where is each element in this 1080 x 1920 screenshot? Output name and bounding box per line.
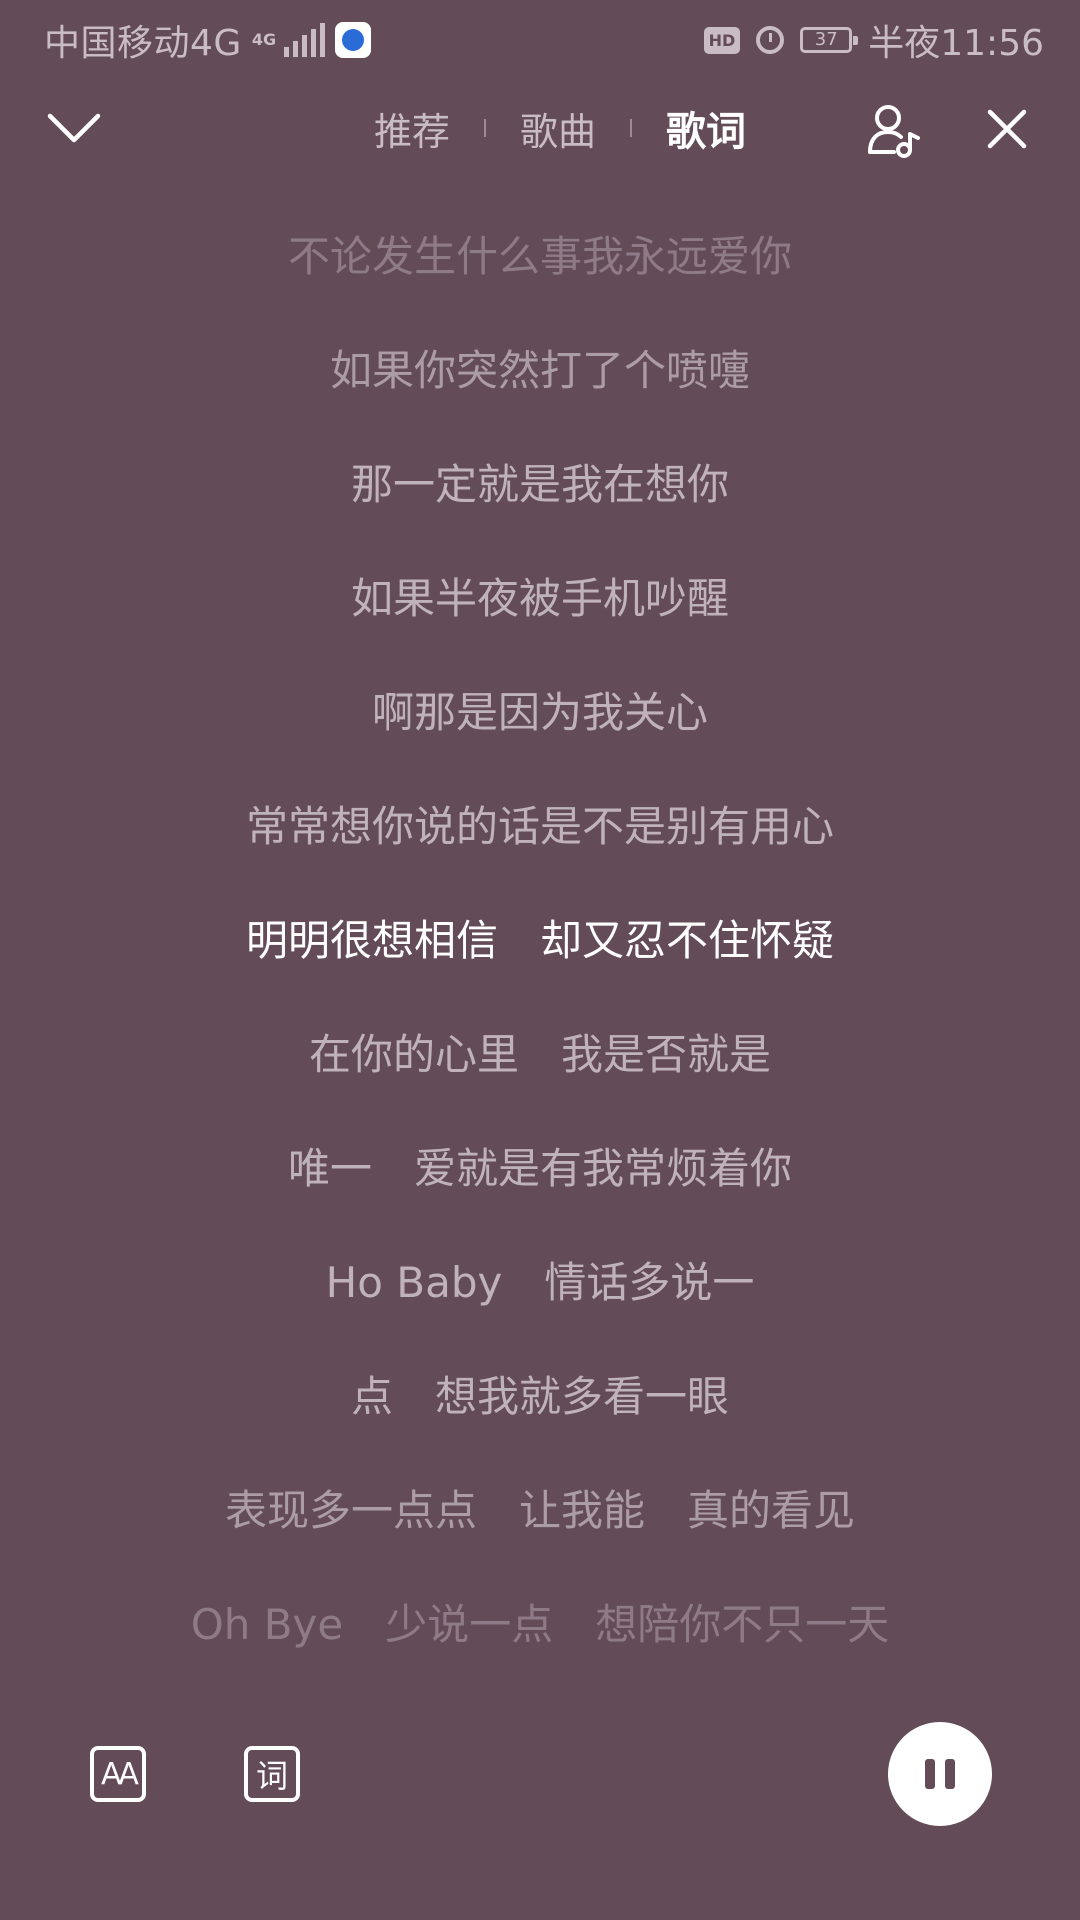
lyric-line[interactable]: 不论发生什么事我永远爱你 [0,200,1080,314]
status-right: HD 37 半夜11:56 [703,14,1044,66]
alarm-icon [756,26,785,54]
lyric-line[interactable]: 唯一 爱就是有我常烦着你 [0,1112,1080,1226]
lyric-line[interactable]: 表现多一点点 让我能 真的看见 [0,1454,1080,1568]
clock-time: 半夜11:56 [868,23,1044,64]
lyric-line[interactable]: 点 想我就多看一眼 [0,1340,1080,1454]
font-size-button[interactable]: AA [90,1746,146,1802]
pause-button[interactable] [888,1722,992,1826]
lyric-line[interactable]: 啊那是因为我关心 [0,656,1080,770]
network-type-icon: 4G [251,30,277,49]
lyric-line[interactable]: Oh Bye 少说一点 想陪你不只一天 [0,1568,1080,1682]
singer-music-icon [868,105,920,158]
collapse-button[interactable] [40,98,108,158]
close-button[interactable] [980,102,1034,156]
lyric-line[interactable]: Ho Baby 情话多说一 [0,1226,1080,1340]
tab-songs[interactable]: 歌曲 [486,101,630,156]
status-bar: 中国移动4G 4G HD 37 半夜11:56 [0,0,1080,74]
lyric-line[interactable]: 那一定就是我在想你 [0,428,1080,542]
lyric-options-button[interactable]: 词 [244,1746,300,1802]
carrier-label: 中国移动4G [44,23,242,64]
pause-icon [925,1759,935,1789]
lyric-line[interactable]: 常常想你说的话是不是别有用心 [0,770,1080,884]
lyric-line[interactable]: 如果半夜被手机吵醒 [0,542,1080,656]
status-left: 中国移动4G 4G [44,14,371,66]
singer-button[interactable] [864,100,924,160]
lyric-line[interactable]: 如果你突然打了个喷嚏 [0,314,1080,428]
battery-icon: 37 [800,27,859,53]
lyric-line-current[interactable]: 明明很想相信 却又忍不住怀疑 [0,884,1080,998]
tab-bar: 推荐 歌曲 歌词 [340,88,780,168]
hd-icon: HD [703,26,741,54]
top-nav: 推荐 歌曲 歌词 [0,88,1080,168]
lyrics-panel[interactable]: 不论发生什么事我永远爱你 如果你突然打了个喷嚏 那一定就是我在想你 如果半夜被手… [0,200,1080,1682]
chevron-down-icon [47,113,101,143]
lyric-line[interactable]: 在你的心里 我是否就是 [0,998,1080,1112]
signal-icon [283,23,325,57]
tab-lyrics[interactable]: 歌词 [632,99,780,157]
baidu-app-icon [334,22,371,58]
close-icon [987,109,1027,149]
tab-recommend[interactable]: 推荐 [340,101,484,156]
pause-icon [945,1759,955,1789]
